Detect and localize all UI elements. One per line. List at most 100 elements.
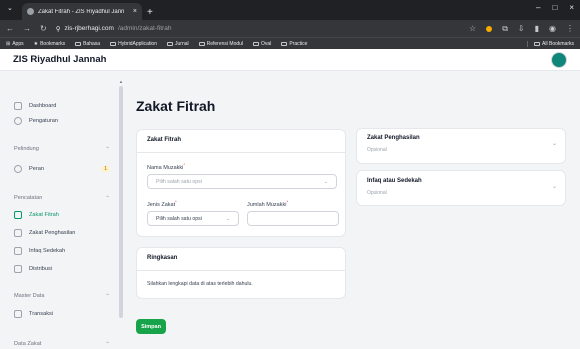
site-info-icon[interactable]: ⚲ [56,25,61,33]
address-bar-row: ← → ↻ ⚲ zis-rjberhagi.com/admin/zakat-fi… [0,20,580,37]
url-field[interactable]: ⚲ zis-rjberhagi.com/admin/zakat-fitrah [56,25,172,33]
sidebar-item-infaq-sedekah[interactable]: Infaq Sedekah [14,247,110,255]
extensions-puzzle-icon[interactable]: ⧉ [502,24,508,34]
form-icon [14,211,22,219]
brand-title[interactable]: ZIS Riyadhul Jannah [13,54,106,65]
close-window-icon[interactable]: × [569,3,574,12]
zakat-fitrah-form-card: Zakat Fitrah Nama Muzakki* Pilih salah s… [136,129,346,237]
document-icon [14,265,22,273]
sidebar-item-dashboard[interactable]: Dashboard [14,102,110,110]
all-bookmarks[interactable]: All Bookmarks [527,40,574,47]
chevron-down-icon[interactable]: ⌄ [552,183,557,190]
sidebar-item-zakat-penghasilan[interactable]: Zakat Penghasilan [14,229,110,237]
section-subtitle: Opsional [367,147,387,153]
sidebar-item-zakat-fitrah[interactable]: Zakat Fitrah [14,211,110,219]
bookmark-star-icon[interactable]: ☆ [469,24,476,33]
count-badge: 1 [101,166,110,172]
bookmark-folder[interactable]: Practice [281,41,307,47]
browser-menu-icon[interactable]: ⋮ [566,24,574,33]
bookmark-folder[interactable]: Jurnal [167,41,189,47]
back-icon[interactable]: ← [6,24,14,33]
extension-icon[interactable] [486,25,493,32]
summary-card: Ringkasan Silahkan lengkapi data di atas… [136,247,346,299]
jenis-zakat-select[interactable]: Pilih salah satu opsi ⌄ [147,211,239,226]
card-divider [137,152,345,153]
folder-icon [167,41,173,46]
bookmarks-bar: ⊞ Apps ★ Bookmarks Bahasa HybridApplicatio… [0,37,580,49]
form-icon [14,229,22,237]
close-tab-icon[interactable]: × [133,8,137,15]
sidebar-item-transaksi[interactable]: Transaksi [14,310,110,318]
infaq-sedekah-section[interactable]: Infaq atau Sedekah Opsional ⌄ [356,170,566,206]
chevron-down-icon: ⌄ [323,178,328,185]
download-icon[interactable]: ⇩ [518,24,525,33]
bookmark-folder[interactable]: Oval [253,41,271,47]
bookmark-apps[interactable]: ⊞ Apps [6,41,24,47]
toolbar-actions: ☆ ⧉ ⇩ ▮ ◉ ⋮ [469,24,574,34]
minimize-icon[interactable]: – [536,3,540,12]
chevron-up-icon: ⌃ [104,342,110,348]
summary-title: Ringkasan [147,255,178,261]
bookmark-folder[interactable]: Bahasa [75,41,100,47]
card-divider [137,270,345,271]
folder-icon [534,41,541,46]
bookmark-bookmarks[interactable]: ★ Bookmarks [34,41,66,47]
chevron-up-icon: ⌃ [104,147,110,153]
new-tab-icon[interactable]: + [147,7,153,18]
sidebar-group-pelindung[interactable]: Pelindung ⌃ [14,146,110,153]
user-avatar[interactable] [552,53,566,67]
maximize-icon[interactable]: □ [552,3,557,12]
section-title: Zakat Penghasilan [367,135,420,141]
sidebar-group-data-zakat[interactable]: Data Zakat ⌃ [14,341,110,348]
summary-text: Silahkan lengkapi data di atas terlebih … [147,281,253,287]
sidebar-item-peran[interactable]: Peran 1 [14,165,110,173]
database-icon [14,310,22,318]
forward-icon[interactable]: → [23,24,31,33]
sidebar-scrollbar[interactable] [119,86,123,318]
scroll-up-icon[interactable]: ▲ [119,79,123,84]
section-subtitle: Opsional [367,190,387,196]
bookmark-folder[interactable]: Referensi Modul [198,41,243,47]
app-header: ZIS Riyadhul Jannah [0,49,580,71]
browser-tab[interactable]: Zakat Fitrah - ZIS Riyadhul Jann × [22,3,142,20]
folder-icon [75,41,82,46]
jenis-zakat-label: Jenis Zakat* [147,199,177,208]
sidebar-item-pengaturan[interactable]: Pengaturan [14,117,110,125]
profile-icon[interactable]: ◉ [549,24,556,33]
sidebar-item-distribusi[interactable]: Distribusi [14,265,110,273]
bookmark-folder[interactable]: HybridApplication [110,41,157,47]
form-card-title: Zakat Fitrah [147,137,182,143]
tab-search-icon[interactable]: ⌄ [7,4,13,12]
zakat-penghasilan-section[interactable]: Zakat Penghasilan Opsional ⌄ [356,128,566,164]
form-icon [14,247,22,255]
jumlah-muzakki-label: Jumlah Muzakki* [247,199,288,208]
section-title: Infaq atau Sedekah [367,178,422,184]
sidebar-group-pencatatan[interactable]: Pencatatan ⌃ [14,195,110,202]
browser-tab-bar: ⌄ Zakat Fitrah - ZIS Riyadhul Jann × + –… [0,0,580,20]
chevron-down-icon: ⌄ [225,215,230,222]
jumlah-muzakki-input[interactable] [247,211,339,226]
reload-icon[interactable]: ↻ [40,24,47,33]
sidebar: Dashboard Pengaturan Pelindung ⌃ Peran 1 … [0,71,118,349]
url-host: zis-rjberhagi.com [64,25,114,32]
window-controls: – □ × [536,3,574,12]
shield-icon [14,165,22,173]
nama-muzakki-select[interactable]: Pilih salah satu opsi ⌄ [147,174,337,189]
folder-icon [281,41,288,46]
chevron-up-icon: ⌃ [104,196,110,202]
url-path: /admin/zakat-fitrah [117,25,172,32]
page-title: Zakat Fitrah [136,98,216,114]
tab-title: Zakat Fitrah - ZIS Riyadhul Jann [38,8,125,15]
folder-icon [110,41,117,46]
folder-icon [198,41,205,46]
gear-icon [14,117,22,125]
nama-muzakki-label: Nama Muzakki* [147,162,185,171]
home-icon [14,102,22,110]
sidepanel-icon[interactable]: ▮ [535,24,539,33]
apps-grid-icon: ⊞ [6,40,11,47]
chevron-down-icon[interactable]: ⌄ [552,140,557,147]
favicon-icon [27,8,34,15]
save-button[interactable]: Simpan [136,319,166,334]
star-icon: ★ [33,40,39,47]
sidebar-group-master-data[interactable]: Master Data ⌃ [14,293,110,300]
